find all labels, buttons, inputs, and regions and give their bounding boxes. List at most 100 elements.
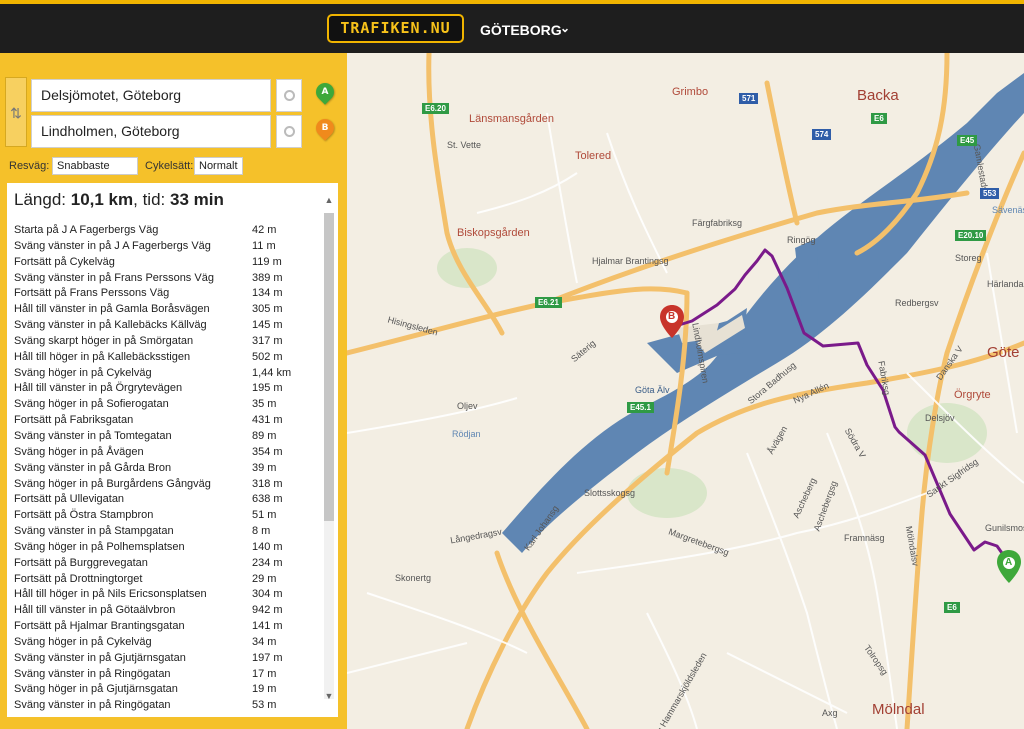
step-distance: 42 m (252, 224, 277, 236)
resvag-select[interactable]: Snabbaste (52, 157, 138, 175)
direction-step[interactable]: Fortsätt på Burggrevegatan 234 m (14, 556, 320, 572)
direction-step[interactable]: Fortsätt på Ullevigatan 638 m (14, 492, 320, 508)
direction-step[interactable]: Håll till vänster in på Örgrytevägen 195 … (14, 381, 320, 397)
step-text: Sväng vänster in på Gjutjärnsgatan (14, 651, 186, 664)
direction-step[interactable]: Sväng vänster in på Gjutjärnsgatan 197 m (14, 651, 320, 667)
direction-step[interactable]: Håll till höger in på Kallebäcksstigen 50… (14, 350, 320, 366)
step-distance: 197 m (252, 651, 283, 664)
step-distance: 502 m (252, 350, 283, 363)
direction-step[interactable]: Sväng vänster in på Kallebäcks Källväg 14… (14, 318, 320, 334)
step-distance: 145 m (252, 319, 283, 332)
district-label: Biskopsgården (457, 227, 530, 239)
direction-step[interactable]: Håll till vänster in på Gamla Boråsvägen… (14, 302, 320, 318)
chevron-down-icon[interactable]: ⌄ (560, 21, 570, 35)
locate-from-button[interactable] (276, 79, 302, 112)
direction-step[interactable]: Sväng höger in på Cykelväg 34 m (14, 635, 320, 651)
step-distance: 431 m (252, 414, 283, 427)
step-text: Starta på J A Fagerbergs Väg (14, 224, 159, 236)
district-label: Göta Älv (635, 385, 670, 395)
direction-step[interactable]: Sväng vänster in på Gårda Bron 39 m (14, 461, 320, 477)
step-distance: 8 m (252, 525, 271, 538)
direction-step[interactable]: Håll till vänster in på Götaälvbron 942 m (14, 603, 320, 619)
direction-step[interactable]: Sväng vänster in på Ringögatan 17 m (14, 667, 320, 683)
resvag-label: Resväg: (9, 160, 50, 172)
direction-step[interactable]: Sväng höger in på Polhemsplatsen 140 m (14, 540, 320, 556)
step-text: Sväng vänster in på Frans Perssons Väg (14, 271, 214, 284)
marker-b-icon: B (312, 115, 338, 141)
scroll-up-icon[interactable]: ▲ (322, 195, 336, 207)
to-input[interactable]: Lindholmen, Göteborg (31, 115, 271, 148)
direction-step[interactable]: Sväng höger in på Burgårdens Gångväg 318 … (14, 477, 320, 493)
district-label: Gunilsmossen (985, 523, 1024, 533)
step-distance: 318 m (252, 477, 283, 490)
direction-step[interactable]: Sväng höger in på Åvägen 354 m (14, 445, 320, 461)
district-label: Tolered (575, 150, 612, 162)
map-pin-a-label: A (1005, 557, 1013, 568)
district-label: Rödjan (452, 429, 481, 439)
direction-step[interactable]: Sväng skarpt höger in på Smörgatan 317 m (14, 334, 320, 350)
direction-step[interactable]: Sväng höger in på Gjutjärnsgatan 19 m (14, 682, 320, 698)
cykelsatt-select[interactable]: Normalt (194, 157, 243, 175)
step-distance: 35 m (252, 398, 277, 411)
street-label: Delsjöv (925, 413, 955, 423)
locate-icon (283, 90, 295, 101)
step-text: Sväng vänster in på Tomtegatan (14, 429, 172, 442)
step-text: Sväng höger in på Cykelväg (14, 366, 152, 379)
direction-step[interactable]: Sväng höger in på Sofierogatan 35 m (14, 397, 320, 413)
step-text: Fortsätt på Ullevigatan (14, 493, 125, 506)
road-shield: 571 (739, 93, 759, 104)
direction-step[interactable]: Sväng vänster in på J A Fagerbergs Väg 11… (14, 239, 320, 255)
city-selector[interactable]: GÖTEBORG (480, 22, 562, 38)
length-value: 10,1 km (70, 190, 134, 209)
from-input[interactable]: Delsjömotet, Göteborg (31, 79, 271, 112)
step-text: Sväng höger in på Sofierogatan (14, 398, 169, 411)
road-shield: 574 (812, 129, 832, 140)
district-label: Göte (987, 344, 1020, 361)
direction-step[interactable]: Sväng höger in på Cykelväg 1,44 km (14, 366, 320, 382)
direction-step[interactable]: Fortsätt på Fabriksgatan 431 m (14, 413, 320, 429)
step-text: Fortsätt på Fabriksgatan (14, 414, 134, 427)
map-pin-b-label: B (668, 311, 676, 322)
marker-a-icon: A (312, 79, 338, 105)
direction-step[interactable]: Fortsätt på Hjalmar Brantingsgatan 141 m (14, 619, 320, 635)
district-label: Backa (857, 87, 899, 104)
step-distance: 389 m (252, 271, 283, 284)
step-text: Fortsätt på Frans Perssons Väg (14, 287, 170, 300)
length-label: Längd: (14, 190, 66, 209)
step-distance: 53 m (252, 699, 277, 712)
direction-step[interactable]: Starta på J A Fagerbergs Väg 42 m (14, 223, 320, 239)
scroll-thumb[interactable] (324, 213, 334, 521)
directions-scrollbar[interactable]: ▲ ▼ (322, 195, 336, 707)
direction-step[interactable]: Fortsätt på Drottningtorget 29 m (14, 572, 320, 588)
step-text: Sväng höger in på Gjutjärnsgatan (14, 683, 178, 696)
directions-list: Starta på J A Fagerbergs Väg 42 m Sväng vä… (14, 223, 320, 714)
step-distance: 39 m (252, 461, 277, 474)
direction-step[interactable]: Fortsätt på Cykelväg 119 m (14, 255, 320, 271)
step-distance: 17 m (252, 667, 277, 680)
map-view[interactable]: A B Backa Länsmansgården Tolered Biskops… (347, 53, 1024, 729)
direction-step[interactable]: Sväng vänster in på Ringögatan 53 m (14, 698, 320, 714)
step-text: Håll till vänster in på Gamla Boråsvägen (14, 303, 210, 316)
road-shield: E45.1 (627, 402, 654, 413)
step-distance: 304 m (252, 588, 283, 601)
scroll-down-icon[interactable]: ▼ (322, 691, 336, 703)
road-shield: E20.10 (955, 230, 987, 241)
step-text: Fortsätt på Hjalmar Brantingsgatan (14, 620, 185, 633)
swap-icon[interactable]: ⇅ (5, 77, 27, 147)
direction-step[interactable]: Fortsätt på Östra Stampbron 51 m (14, 508, 320, 524)
road-shield: E6 (871, 113, 887, 124)
step-distance: 51 m (252, 509, 277, 522)
direction-step[interactable]: Håll till höger in på Nils Ericsonsplats… (14, 587, 320, 603)
direction-step[interactable]: Sväng vänster in på Tomtegatan 89 m (14, 429, 320, 445)
direction-step[interactable]: Fortsätt på Frans Perssons Väg 134 m (14, 286, 320, 302)
time-label: , tid: (133, 190, 166, 209)
step-text: Sväng höger in på Åvägen (14, 445, 144, 458)
locate-to-button[interactable] (276, 115, 302, 148)
district-label: Länsmansgården (469, 113, 555, 125)
site-logo[interactable]: TRAFIKEN.NU (327, 14, 464, 43)
step-distance: 141 m (252, 620, 283, 633)
map-canvas[interactable] (347, 53, 1024, 729)
direction-step[interactable]: Sväng vänster in på Stampgatan 8 m (14, 524, 320, 540)
step-distance: 317 m (252, 334, 283, 347)
direction-step[interactable]: Sväng vänster in på Frans Perssons Väg 38… (14, 271, 320, 287)
